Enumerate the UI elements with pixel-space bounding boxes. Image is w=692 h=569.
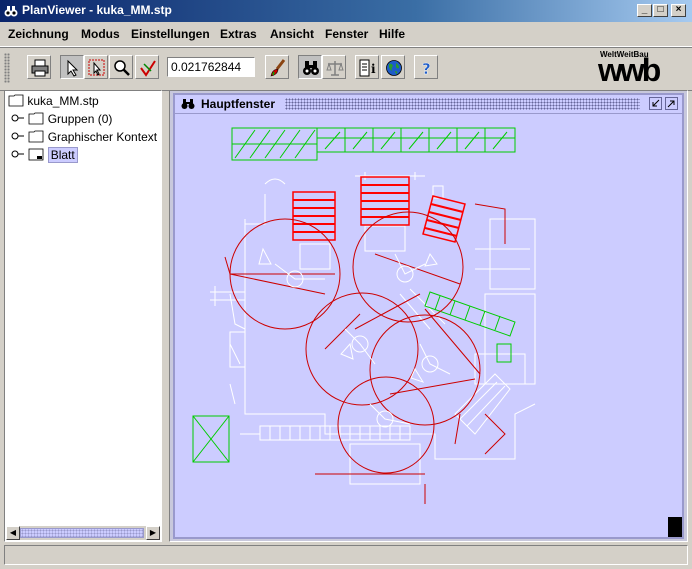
measure-button[interactable] bbox=[135, 55, 159, 79]
conveyor-bottom bbox=[240, 425, 430, 441]
tree-horizontal-scrollbar[interactable]: ◀ ▶ bbox=[6, 526, 160, 540]
info-button[interactable]: i bbox=[355, 55, 379, 79]
scroll-right-button[interactable]: ▶ bbox=[146, 526, 160, 540]
tree-item-label: Blatt bbox=[47, 147, 78, 163]
select-arrow-icon bbox=[67, 59, 79, 77]
tree-root-label: kuka_MM.stp bbox=[27, 94, 99, 108]
select-zoom-icon bbox=[88, 59, 105, 76]
green-conveyor-top bbox=[231, 127, 516, 161]
binoculars-button[interactable] bbox=[298, 55, 322, 79]
globe-button[interactable] bbox=[381, 55, 405, 79]
menu-zeichnung[interactable]: Zeichnung bbox=[8, 27, 69, 41]
menu-ansicht[interactable]: Ansicht bbox=[270, 27, 314, 41]
folder-icon bbox=[28, 112, 44, 125]
internal-frame-hauptfenster: Hauptfenster bbox=[173, 93, 684, 539]
zoom-factor-input[interactable] bbox=[167, 57, 255, 77]
globe-icon bbox=[386, 60, 402, 76]
close-button[interactable]: × bbox=[671, 4, 686, 17]
menu-fenster[interactable]: Fenster bbox=[325, 27, 368, 41]
cad-plan-drawing[interactable] bbox=[175, 114, 682, 537]
binoculars-icon bbox=[303, 61, 319, 75]
project-tree: kuka_MM.stp Gruppen (0) Graphischer Kont… bbox=[4, 90, 162, 542]
menu-modus[interactable]: Modus bbox=[81, 27, 120, 41]
binoculars-app-icon bbox=[4, 6, 18, 17]
robots bbox=[258, 247, 451, 428]
help-button[interactable]: ? bbox=[414, 55, 438, 79]
measure-check-icon bbox=[140, 60, 156, 77]
magnifier-icon bbox=[114, 60, 130, 76]
tree-item-label: Graphischer Kontext bbox=[47, 130, 158, 144]
magnifier-button[interactable] bbox=[109, 55, 133, 79]
select-zoom-button[interactable] bbox=[84, 55, 108, 79]
select-arrow-button[interactable] bbox=[60, 55, 84, 79]
menu-einstellungen[interactable]: Einstellungen bbox=[131, 27, 210, 41]
maximize-button[interactable]: □ bbox=[653, 4, 668, 17]
tree-item-graphischer-kontext[interactable]: Graphischer Kontext bbox=[11, 128, 157, 146]
green-module-right bbox=[424, 291, 516, 363]
green-box-lower-left bbox=[192, 415, 230, 463]
print-button[interactable] bbox=[27, 55, 51, 79]
svg-text:?: ? bbox=[422, 60, 431, 77]
window-title: PlanViewer - kuka_MM.stp bbox=[22, 3, 172, 17]
info-icon: i bbox=[359, 59, 376, 77]
scale-icon bbox=[326, 61, 344, 76]
sheet-icon bbox=[28, 148, 44, 161]
scale-button[interactable] bbox=[322, 55, 346, 79]
titlebar-grip bbox=[285, 98, 640, 110]
drawing-canvas[interactable] bbox=[175, 114, 682, 537]
brush-button[interactable] bbox=[265, 55, 289, 79]
toolbar: i ? WeltWeitBau wwb bbox=[0, 47, 692, 91]
expand-handle-icon[interactable] bbox=[11, 131, 25, 141]
menu-bar: Zeichnung Modus Einstellungen Extras Ans… bbox=[0, 22, 692, 47]
logo-text: wwb bbox=[598, 52, 661, 88]
minimize-frame-icon[interactable] bbox=[649, 97, 662, 110]
internal-frame-title: Hauptfenster bbox=[201, 97, 276, 111]
tree-item-label: Gruppen (0) bbox=[47, 112, 113, 126]
folder-icon bbox=[28, 130, 44, 143]
tree-item-gruppen[interactable]: Gruppen (0) bbox=[11, 110, 112, 128]
status-bar bbox=[4, 545, 688, 565]
expand-handle-icon[interactable] bbox=[11, 113, 25, 123]
title-bar[interactable]: PlanViewer - kuka_MM.stp _ □ × bbox=[0, 0, 692, 22]
internal-frame-titlebar[interactable]: Hauptfenster bbox=[175, 95, 682, 114]
wwb-logo: WeltWeitBau wwb bbox=[598, 50, 684, 86]
scroll-left-button[interactable]: ◀ bbox=[6, 526, 20, 540]
minimize-button[interactable]: _ bbox=[637, 4, 652, 17]
expand-handle-icon[interactable] bbox=[11, 149, 25, 159]
binoculars-icon bbox=[181, 99, 195, 109]
tree-root[interactable]: kuka_MM.stp bbox=[8, 92, 99, 110]
menu-extras[interactable]: Extras bbox=[220, 27, 257, 41]
scroll-thumb[interactable] bbox=[20, 528, 144, 538]
tree-item-blatt[interactable]: Blatt bbox=[11, 146, 78, 164]
help-icon: ? bbox=[422, 60, 431, 77]
maximize-frame-icon[interactable] bbox=[665, 97, 678, 110]
menu-hilfe[interactable]: Hilfe bbox=[379, 27, 405, 41]
brush-icon bbox=[270, 59, 286, 77]
scroll-corner bbox=[668, 517, 682, 537]
toolbar-grip[interactable] bbox=[4, 53, 10, 83]
svg-text:i: i bbox=[371, 62, 376, 76]
folder-icon bbox=[8, 94, 24, 107]
print-icon bbox=[31, 59, 49, 77]
red-pallets bbox=[292, 176, 466, 243]
